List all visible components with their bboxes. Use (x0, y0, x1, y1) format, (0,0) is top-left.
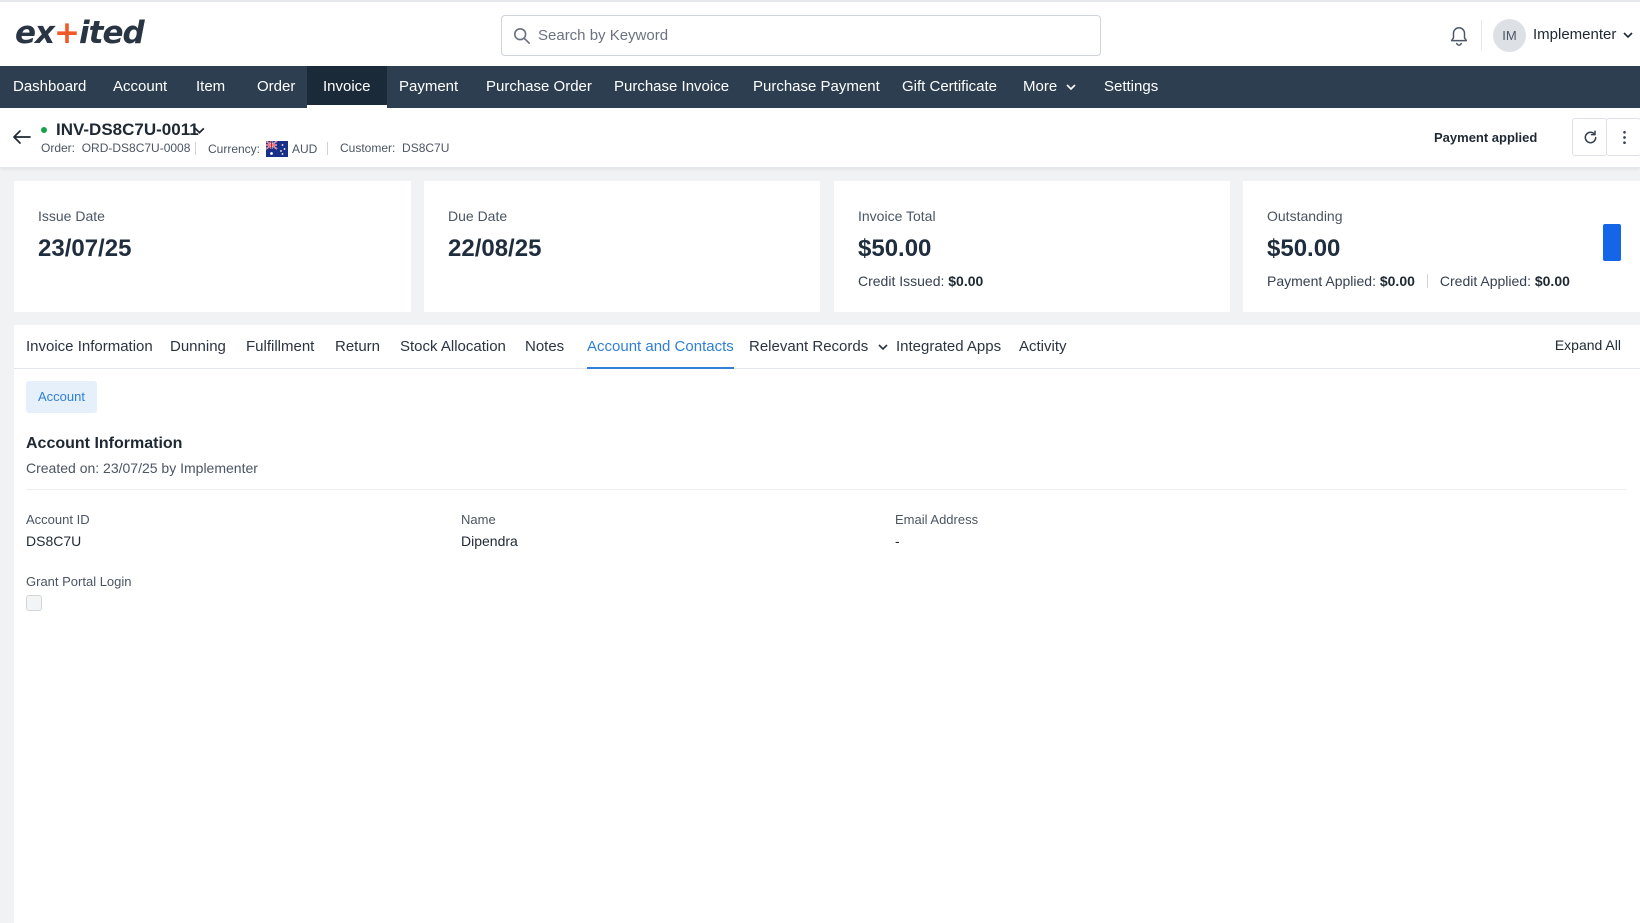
detail-panel: Invoice Information Dunning Fulfillment … (14, 325, 1640, 923)
credit-applied-value: $0.00 (1534, 273, 1570, 289)
outstanding-value: $50.00 (1267, 235, 1341, 262)
nav-item-item[interactable]: Item (182, 66, 239, 108)
credit-issued: Credit Issued: $0.00 (858, 273, 983, 289)
customer-value[interactable]: DS8C7U (402, 141, 449, 155)
grant-portal-login-label: Grant Portal Login (26, 574, 132, 589)
nav-more-label: More (1023, 78, 1058, 95)
due-date-card: Due Date 22/08/25 (424, 181, 820, 312)
nav-item-purchase-payment[interactable]: Purchase Payment (738, 66, 895, 108)
status-dot (41, 127, 47, 133)
section-divider (26, 489, 1626, 490)
tab-return[interactable]: Return (335, 325, 380, 369)
payment-applied-value: $0.00 (1379, 273, 1415, 289)
outstanding-card: Outstanding $50.00 Payment Applied: $0.0… (1243, 181, 1640, 312)
status-label: Payment applied (1434, 130, 1538, 145)
chevron-down-icon (1066, 84, 1076, 91)
search-input[interactable] (538, 16, 1088, 55)
search-icon (513, 27, 531, 45)
chevron-down-icon (878, 344, 888, 351)
invoice-total-label: Invoice Total (858, 208, 936, 224)
invoice-total-card: Invoice Total $50.00 Credit Issued: $0.0… (834, 181, 1230, 312)
tab-account-and-contacts[interactable]: Account and Contacts (587, 325, 734, 369)
customer-label: Customer: (340, 141, 396, 155)
invoice-total-value: $50.00 (858, 235, 932, 262)
chevron-down-icon[interactable] (193, 124, 206, 137)
nav-item-payment[interactable]: Payment (384, 66, 473, 108)
account-id-label: Account ID (26, 512, 90, 527)
nav-item-invoice[interactable]: Invoice (307, 66, 387, 108)
nav-item-account[interactable]: Account (99, 66, 181, 108)
nav-item-purchase-order[interactable]: Purchase Order (471, 66, 607, 108)
nav-item-gift-certificate[interactable]: Gift Certificate (887, 66, 1012, 108)
order-value[interactable]: ORD-DS8C7U-0008 (82, 141, 191, 155)
credit-issued-label: Credit Issued: (858, 273, 945, 289)
more-options-button[interactable] (1606, 118, 1640, 156)
name-value: Dipendra (461, 533, 518, 549)
customer-meta: Customer: DS8C7U (340, 141, 449, 155)
nav-item-order[interactable]: Order (243, 66, 309, 108)
due-date-value: 22/08/25 (448, 235, 542, 262)
expand-all-button[interactable]: Expand All (1555, 337, 1621, 353)
tab-stock-allocation[interactable]: Stock Allocation (400, 325, 506, 369)
order-meta: Order: ORD-DS8C7U-0008 (41, 141, 190, 155)
meta-divider (195, 142, 196, 155)
issue-date-card: Issue Date 23/07/25 (14, 181, 411, 312)
divider (1426, 274, 1428, 288)
outstanding-label: Outstanding (1267, 208, 1343, 224)
tab-fulfillment[interactable]: Fulfillment (246, 325, 314, 369)
top-bar: ex+ited IM Implementer (0, 0, 1640, 66)
nav-item-settings[interactable]: Settings (1089, 66, 1173, 108)
credit-applied-label: Credit Applied: (1439, 273, 1531, 289)
logo-text-start: ex (15, 15, 55, 51)
account-id-value: DS8C7U (26, 533, 82, 549)
divider (1481, 20, 1482, 50)
subtab-account[interactable]: Account (26, 381, 97, 413)
tab-invoice-information[interactable]: Invoice Information (26, 325, 153, 369)
tab-relevant-records-label: Relevant Records (749, 338, 869, 355)
section-created-info: Created on: 23/07/25 by Implementer (26, 460, 258, 476)
issue-date-value: 23/07/25 (38, 235, 132, 262)
back-arrow-icon[interactable] (12, 128, 32, 146)
due-date-label: Due Date (448, 208, 508, 224)
issue-date-label: Issue Date (38, 208, 105, 224)
logo-text-end: ited (79, 15, 145, 51)
user-name[interactable]: Implementer (1533, 26, 1616, 43)
email-label: Email Address (895, 512, 979, 527)
refresh-button[interactable] (1572, 118, 1607, 156)
grant-portal-login-checkbox[interactable] (26, 595, 42, 611)
more-vertical-icon (1623, 130, 1626, 145)
nav-item-dashboard[interactable]: Dashboard (0, 66, 99, 108)
record-header: INV-DS8C7U-0011 Order: ORD-DS8C7U-0008 C… (0, 108, 1640, 168)
side-panel-toggle[interactable] (1603, 224, 1621, 261)
australia-flag-icon (266, 141, 289, 157)
name-label: Name (461, 512, 496, 527)
nav-item-purchase-invoice[interactable]: Purchase Invoice (599, 66, 744, 108)
tab-activity[interactable]: Activity (1019, 325, 1067, 369)
tab-bar: Invoice Information Dunning Fulfillment … (14, 325, 1640, 369)
record-title[interactable]: INV-DS8C7U-0011 (56, 120, 199, 140)
tab-relevant-records[interactable]: Relevant Records (749, 325, 889, 369)
refresh-icon (1584, 130, 1597, 144)
tab-notes[interactable]: Notes (525, 325, 564, 369)
tab-dunning[interactable]: Dunning (170, 325, 226, 369)
search-box (501, 15, 1101, 56)
user-avatar[interactable]: IM (1493, 19, 1526, 52)
tab-integrated-apps[interactable]: Integrated Apps (896, 325, 1001, 369)
currency-label: Currency: (208, 142, 261, 156)
email-value: - (895, 533, 900, 549)
meta-divider (327, 142, 328, 155)
notification-bell-icon[interactable] (1448, 25, 1470, 47)
chevron-down-icon[interactable] (1622, 29, 1634, 41)
credit-issued-value: $0.00 (948, 273, 984, 289)
section-title: Account Information (26, 435, 183, 452)
logo-text-accent: + (54, 15, 80, 51)
main-nav: Dashboard Account Item Order Invoice Pay… (0, 66, 1640, 108)
outstanding-breakdown: Payment Applied: $0.00 Credit Applied: $0… (1267, 273, 1570, 289)
payment-applied-label: Payment Applied: (1267, 273, 1376, 289)
currency-value: AUD (292, 142, 318, 156)
nav-item-more[interactable]: More (1009, 66, 1091, 108)
order-label: Order: (41, 141, 76, 155)
app-logo[interactable]: ex+ited (15, 15, 145, 51)
currency-meta: Currency: AUD (208, 141, 317, 157)
